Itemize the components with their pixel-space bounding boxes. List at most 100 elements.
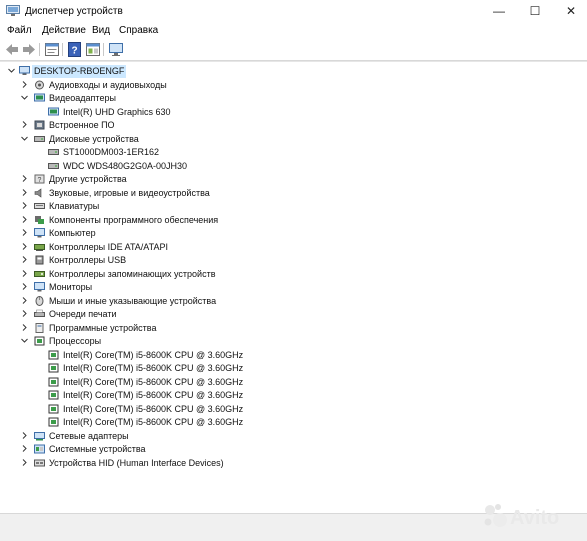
- tree-category-row[interactable]: Контроллеры IDE ATA/ATAPI: [0, 241, 587, 254]
- processor-icon: [48, 404, 59, 413]
- chevron-right-icon[interactable]: [21, 229, 28, 236]
- tree-device-row[interactable]: Intel(R) Core(TM) i5-8600K CPU @ 3.60GHz: [0, 403, 587, 416]
- chevron-down-icon[interactable]: [21, 337, 28, 344]
- tree-row-label: Intel(R) Core(TM) i5-8600K CPU @ 3.60GHz: [63, 363, 244, 373]
- tree-row-label: Intel(R) UHD Graphics 630: [63, 106, 171, 117]
- disk-icon: [48, 162, 59, 169]
- avito-logo-icon: Avito: [484, 504, 559, 529]
- tree-category-row[interactable]: ? Другие устройства: [0, 173, 587, 186]
- maximize-button[interactable]: ☐: [516, 0, 554, 22]
- toolbar-separator: [62, 43, 63, 56]
- tree-category-row[interactable]: Устройства HID (Human Interface Devices): [0, 457, 587, 470]
- tree-row-label: Аудиовходы и аудиовыходы: [49, 79, 167, 90]
- tree-category-row[interactable]: Звуковые, игровые и видеоустройства: [0, 187, 587, 200]
- tree-device-row[interactable]: WDC WDS480G2G0A-00JH30: [0, 160, 587, 173]
- tree-row-label: ST1000DM003-1ER162: [63, 147, 160, 157]
- tree-row-label: Звуковые, игровые и видеоустройства: [49, 187, 210, 198]
- audio-icon: [35, 80, 44, 89]
- chevron-right-icon[interactable]: [21, 121, 28, 128]
- chevron-right-icon[interactable]: [21, 80, 28, 88]
- chevron-right-icon[interactable]: [21, 323, 28, 331]
- tree-device-row[interactable]: Intel(R) Core(TM) i5-8600K CPU @ 3.60GHz: [0, 376, 587, 389]
- monitor-icon: [34, 228, 45, 238]
- tree-category-row[interactable]: Программные устройства: [0, 322, 587, 335]
- tree-row-label: Мыши и иные указывающие устройства: [49, 295, 217, 306]
- ide-controller-icon: [34, 243, 45, 251]
- back-icon[interactable]: [4, 42, 20, 57]
- tree-category-row[interactable]: Процессоры: [0, 335, 587, 348]
- tree-category-row[interactable]: Аудиовходы и аудиовыходы: [0, 79, 587, 92]
- help-icon[interactable]: ?: [67, 42, 83, 57]
- tree-category-row[interactable]: Клавиатуры: [0, 200, 587, 213]
- tree-row-label: Системные устройства: [49, 444, 146, 454]
- chevron-down-icon[interactable]: [8, 67, 15, 74]
- close-button[interactable]: ✕: [552, 0, 587, 22]
- minimize-button[interactable]: —: [480, 0, 518, 22]
- chevron-right-icon[interactable]: [21, 202, 28, 209]
- processor-icon: [48, 350, 59, 359]
- chevron-right-icon[interactable]: [21, 175, 28, 182]
- tree-category-row[interactable]: Контроллеры запоминающих устройств: [0, 268, 587, 281]
- tree-category-row[interactable]: Дисковые устройства: [0, 133, 587, 146]
- tree-row-label: Очереди печати: [49, 309, 117, 319]
- tree-row-label: Видеоадаптеры: [49, 93, 116, 103]
- chevron-right-icon[interactable]: [21, 445, 28, 452]
- tree-device-row[interactable]: Intel(R) Core(TM) i5-8600K CPU @ 3.60GHz: [0, 389, 587, 402]
- tree-device-row[interactable]: Intel(R) Core(TM) i5-8600K CPU @ 3.60GHz: [0, 416, 587, 429]
- chevron-right-icon[interactable]: [21, 458, 28, 466]
- tree-row-label: Устройства HID (Human Interface Devices): [49, 457, 224, 468]
- chevron-right-icon[interactable]: [21, 283, 28, 290]
- tree-category-row[interactable]: Системные устройства: [0, 443, 587, 456]
- chevron-down-icon[interactable]: [21, 135, 28, 142]
- scan-hardware-icon[interactable]: [108, 42, 124, 57]
- properties-icon[interactable]: [44, 42, 60, 57]
- svg-text:?: ?: [71, 46, 77, 57]
- chevron-down-icon[interactable]: [21, 94, 28, 101]
- tree-category-row[interactable]: Встроенное ПО: [0, 119, 587, 132]
- processor-icon: [48, 363, 59, 373]
- svg-text:?: ?: [38, 177, 42, 184]
- computer-icon: [19, 66, 30, 75]
- software-component-icon: [35, 215, 44, 224]
- tree-row-label: Программные устройства: [49, 322, 157, 333]
- chevron-right-icon[interactable]: [21, 310, 28, 317]
- tree-category-row[interactable]: Контроллеры USB: [0, 254, 587, 267]
- tree-root[interactable]: DESKTOP-RBOENGF: [0, 65, 587, 78]
- chevron-right-icon[interactable]: [21, 188, 28, 196]
- tree-device-row[interactable]: ST1000DM003-1ER162: [0, 146, 587, 159]
- processor-icon: [48, 377, 59, 386]
- chevron-right-icon[interactable]: [21, 215, 28, 223]
- menu-action[interactable]: Действие: [42, 25, 86, 36]
- menu-view[interactable]: Вид: [92, 25, 110, 36]
- tree-row-label: Встроенное ПО: [49, 120, 115, 130]
- tree-category-row[interactable]: Сетевые адаптеры: [0, 430, 587, 443]
- tree-category-row[interactable]: Компьютер: [0, 227, 587, 240]
- printer-icon: [34, 309, 45, 317]
- tree-category-row[interactable]: Компоненты программного обеспечения: [0, 214, 587, 227]
- tree-device-row[interactable]: Intel(R) Core(TM) i5-8600K CPU @ 3.60GHz: [0, 349, 587, 362]
- system-device-icon: [34, 444, 45, 454]
- tree-category-row[interactable]: Мыши и иные указывающие устройства: [0, 295, 587, 308]
- forward-icon[interactable]: [21, 42, 37, 57]
- chevron-right-icon[interactable]: [21, 431, 28, 439]
- tree-row-label: Intel(R) Core(TM) i5-8600K CPU @ 3.60GHz: [63, 376, 244, 387]
- menu-help[interactable]: Справка: [119, 25, 158, 36]
- tree-device-row[interactable]: Intel(R) UHD Graphics 630: [0, 106, 587, 119]
- tree-category-row[interactable]: Мониторы: [0, 281, 587, 294]
- software-device-icon: [35, 322, 44, 333]
- chevron-right-icon[interactable]: [21, 256, 28, 263]
- tree-category-row[interactable]: Очереди печати: [0, 308, 587, 321]
- title-bar: Диспетчер устройств — ☐ ✕: [0, 0, 587, 24]
- chevron-right-icon[interactable]: [21, 242, 28, 250]
- chevron-right-icon[interactable]: [21, 296, 28, 304]
- menu-file[interactable]: Файл: [7, 25, 32, 36]
- processor-icon: [48, 417, 59, 427]
- mouse-icon: [35, 295, 44, 306]
- window-title: Диспетчер устройств: [25, 6, 123, 17]
- device-tree: DESKTOP-RBOENGF Аудиовходы и аудиовыходы…: [0, 61, 587, 514]
- tree-category-row[interactable]: Видеоадаптеры: [0, 92, 587, 105]
- update-driver-icon[interactable]: [85, 42, 101, 57]
- chevron-right-icon[interactable]: [21, 269, 28, 277]
- other-device-icon: ?: [34, 174, 45, 184]
- tree-device-row[interactable]: Intel(R) Core(TM) i5-8600K CPU @ 3.60GHz: [0, 362, 587, 375]
